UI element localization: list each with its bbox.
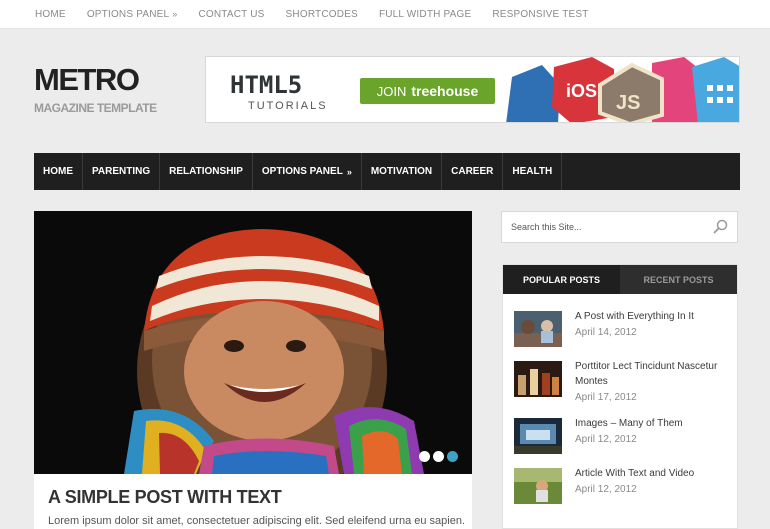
- submenu-arrow-icon: »: [346, 166, 352, 177]
- widget-tabs: POPULAR POSTS RECENT POSTS: [503, 265, 737, 294]
- featured-image: [34, 211, 472, 474]
- blue-badge: [506, 65, 560, 122]
- featured-slider[interactable]: [34, 211, 472, 474]
- js-badge-label: JS: [616, 92, 640, 114]
- top-nav-list: HOME OPTIONS PANEL» CONTACT US SHORTCODE…: [0, 0, 770, 29]
- top-nav-home[interactable]: HOME: [35, 9, 66, 20]
- search-box: [501, 211, 738, 243]
- main-navigation: HOME PARENTING RELATIONSHIP OPTIONS PANE…: [34, 153, 740, 190]
- nav-health[interactable]: HEALTH: [503, 153, 563, 190]
- post-link[interactable]: Images – Many of Them: [575, 416, 733, 431]
- nav-label: MOTIVATION: [370, 166, 433, 177]
- post-thumbnail[interactable]: [514, 361, 562, 397]
- featured-post-card: A SIMPLE POST WITH TEXT Lorem ipsum dolo…: [34, 474, 472, 529]
- nav-home[interactable]: HOME: [34, 153, 83, 190]
- badge-detail: [707, 97, 713, 103]
- join-treehouse-button[interactable]: JOIN treehouse: [360, 78, 495, 104]
- search-input[interactable]: [502, 212, 702, 242]
- post-excerpt: Lorem ipsum dolor sit amet, consectetuer…: [48, 515, 466, 527]
- badge-detail: [707, 85, 713, 91]
- top-nav-contact-us[interactable]: CONTACT US: [198, 9, 264, 20]
- top-nav-label: FULL WIDTH PAGE: [378, 9, 472, 20]
- posts-tab-widget: POPULAR POSTS RECENT POSTS A Post with E…: [502, 264, 738, 529]
- tab-recent-posts[interactable]: RECENT POSTS: [620, 265, 737, 294]
- post-link[interactable]: A Post with Everything In It: [575, 309, 733, 324]
- top-nav-responsive-test[interactable]: RESPONSIVE TEST: [492, 9, 588, 20]
- post-thumbnail[interactable]: [514, 418, 562, 454]
- nav-label: RELATIONSHIP: [169, 166, 243, 177]
- top-nav-label: CONTACT US: [198, 9, 265, 20]
- nav-parenting[interactable]: PARENTING: [83, 153, 161, 190]
- top-nav-label: OPTIONS PANEL: [86, 9, 170, 20]
- nav-relationship[interactable]: RELATIONSHIP: [160, 153, 253, 190]
- submenu-arrow-icon: »: [172, 9, 178, 19]
- nav-motivation[interactable]: MOTIVATION: [362, 153, 443, 190]
- post-date: April 12, 2012: [575, 434, 637, 445]
- logo-title: METRO: [34, 62, 140, 97]
- badge-detail: [717, 85, 723, 91]
- nav-career[interactable]: CAREER: [442, 153, 504, 190]
- top-nav-label: HOME: [35, 9, 66, 20]
- slider-dot-3-active[interactable]: [447, 451, 458, 462]
- nav-label: HEALTH: [512, 166, 553, 177]
- post-link[interactable]: Article With Text and Video: [575, 466, 733, 481]
- logo-subtitle: MAGAZINE TEMPLATE: [34, 101, 157, 115]
- slider-dot-1[interactable]: [419, 451, 430, 462]
- post-date: April 12, 2012: [575, 484, 637, 495]
- nav-label: CAREER: [451, 166, 494, 177]
- banner-button-prefix: JOIN: [376, 83, 407, 99]
- top-navigation-bar: HOME OPTIONS PANEL» CONTACT US SHORTCODE…: [0, 0, 770, 29]
- post-date: April 17, 2012: [575, 392, 637, 403]
- top-nav-options-panel[interactable]: OPTIONS PANEL»: [87, 9, 178, 20]
- ios-badge-label: iOS: [566, 81, 597, 101]
- badge-detail: [717, 97, 723, 103]
- nav-label: HOME: [43, 166, 73, 177]
- badges-illustration: iOS JS: [506, 57, 739, 122]
- top-nav-shortcodes[interactable]: SHORTCODES: [286, 9, 358, 20]
- post-link[interactable]: Porttitor Lect Tincidunt Nascetur Montes: [575, 359, 733, 389]
- top-nav-label: SHORTCODES: [285, 9, 358, 20]
- nav-options-panel[interactable]: OPTIONS PANEL»: [253, 153, 362, 190]
- top-nav-label: RESPONSIVE TEST: [492, 9, 589, 20]
- tab-popular-posts[interactable]: POPULAR POSTS: [503, 265, 620, 294]
- badge-detail: [727, 85, 733, 91]
- banner-button-brand: treehouse: [411, 83, 479, 99]
- banner-subheading: TUTORIALS: [248, 100, 328, 112]
- site-logo[interactable]: METRO MAGAZINE TEMPLATE: [34, 64, 157, 115]
- top-nav-full-width-page[interactable]: FULL WIDTH PAGE: [379, 9, 471, 20]
- post-thumbnail[interactable]: [514, 311, 562, 347]
- badge-detail: [727, 97, 733, 103]
- slider-pagination: [419, 451, 458, 462]
- nav-label: PARENTING: [92, 166, 151, 177]
- nav-label: OPTIONS PANEL: [261, 166, 343, 177]
- post-thumbnail[interactable]: [514, 468, 562, 504]
- banner-ad[interactable]: HTML5 TUTORIALS JOIN treehouse iOS JS: [205, 56, 740, 123]
- banner-heading: HTML5: [230, 71, 303, 99]
- post-title[interactable]: A SIMPLE POST WITH TEXT: [48, 487, 282, 508]
- slider-dot-2[interactable]: [433, 451, 444, 462]
- search-icon[interactable]: [712, 219, 728, 235]
- post-date: April 14, 2012: [575, 327, 637, 338]
